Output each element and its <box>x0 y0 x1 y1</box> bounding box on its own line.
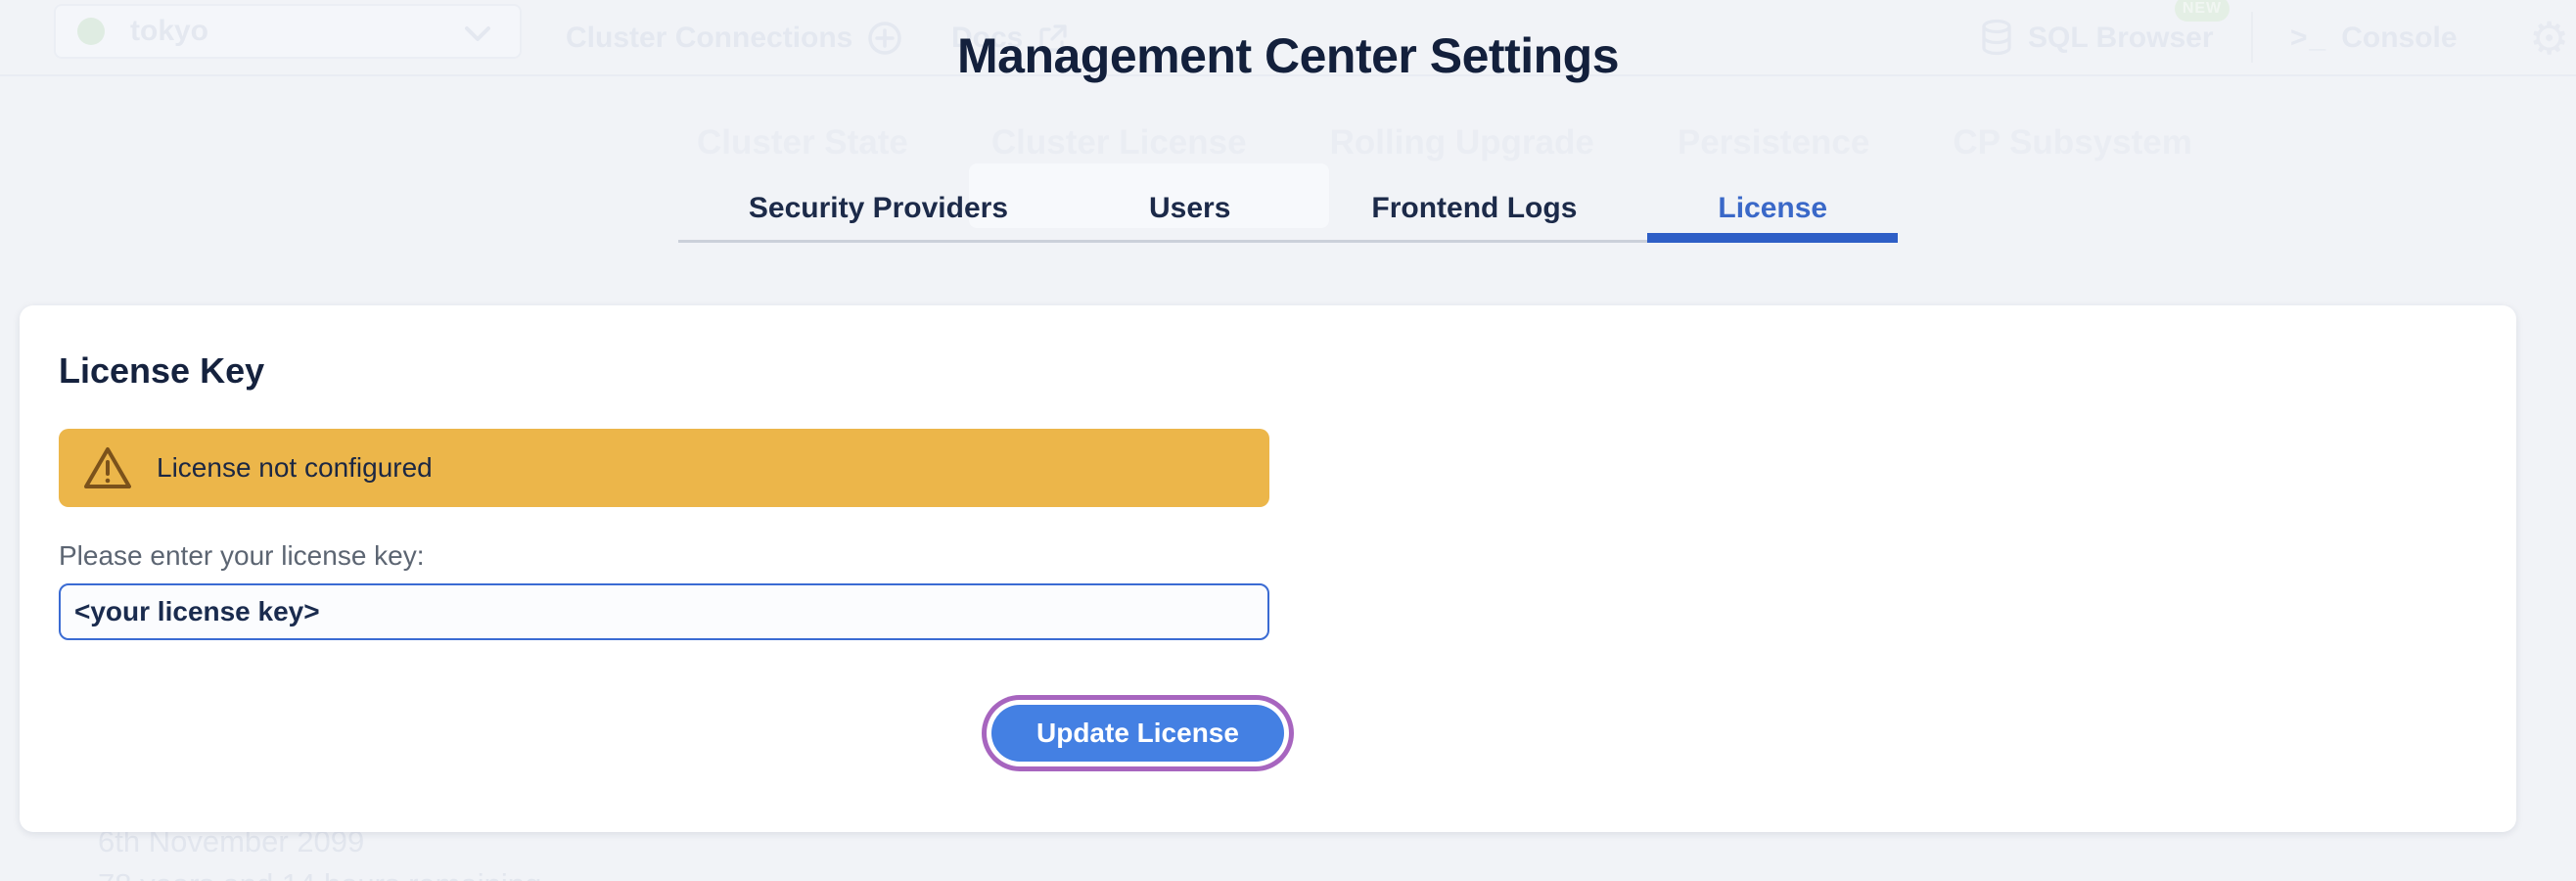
panel-heading: License Key <box>59 350 2477 392</box>
warning-banner: License not configured <box>59 429 1269 507</box>
license-key-input[interactable] <box>59 583 1269 640</box>
license-key-panel: License Key License not configured Pleas… <box>20 305 2516 832</box>
page-title: Management Center Settings <box>0 27 2576 84</box>
settings-view: Management Center Settings Security Prov… <box>0 0 2576 881</box>
tab-license[interactable]: License <box>1647 192 1898 240</box>
warning-triangle-icon <box>82 443 133 492</box>
settings-tabs: Security Providers Users Frontend Logs L… <box>0 192 2576 243</box>
tab-users[interactable]: Users <box>1079 192 1301 240</box>
update-license-button[interactable]: Update License <box>991 705 1284 762</box>
tab-security-providers[interactable]: Security Providers <box>678 192 1079 240</box>
license-input-label: Please enter your license key: <box>59 540 2477 572</box>
tab-frontend-logs[interactable]: Frontend Logs <box>1301 192 1647 240</box>
warning-message: License not configured <box>157 452 433 484</box>
